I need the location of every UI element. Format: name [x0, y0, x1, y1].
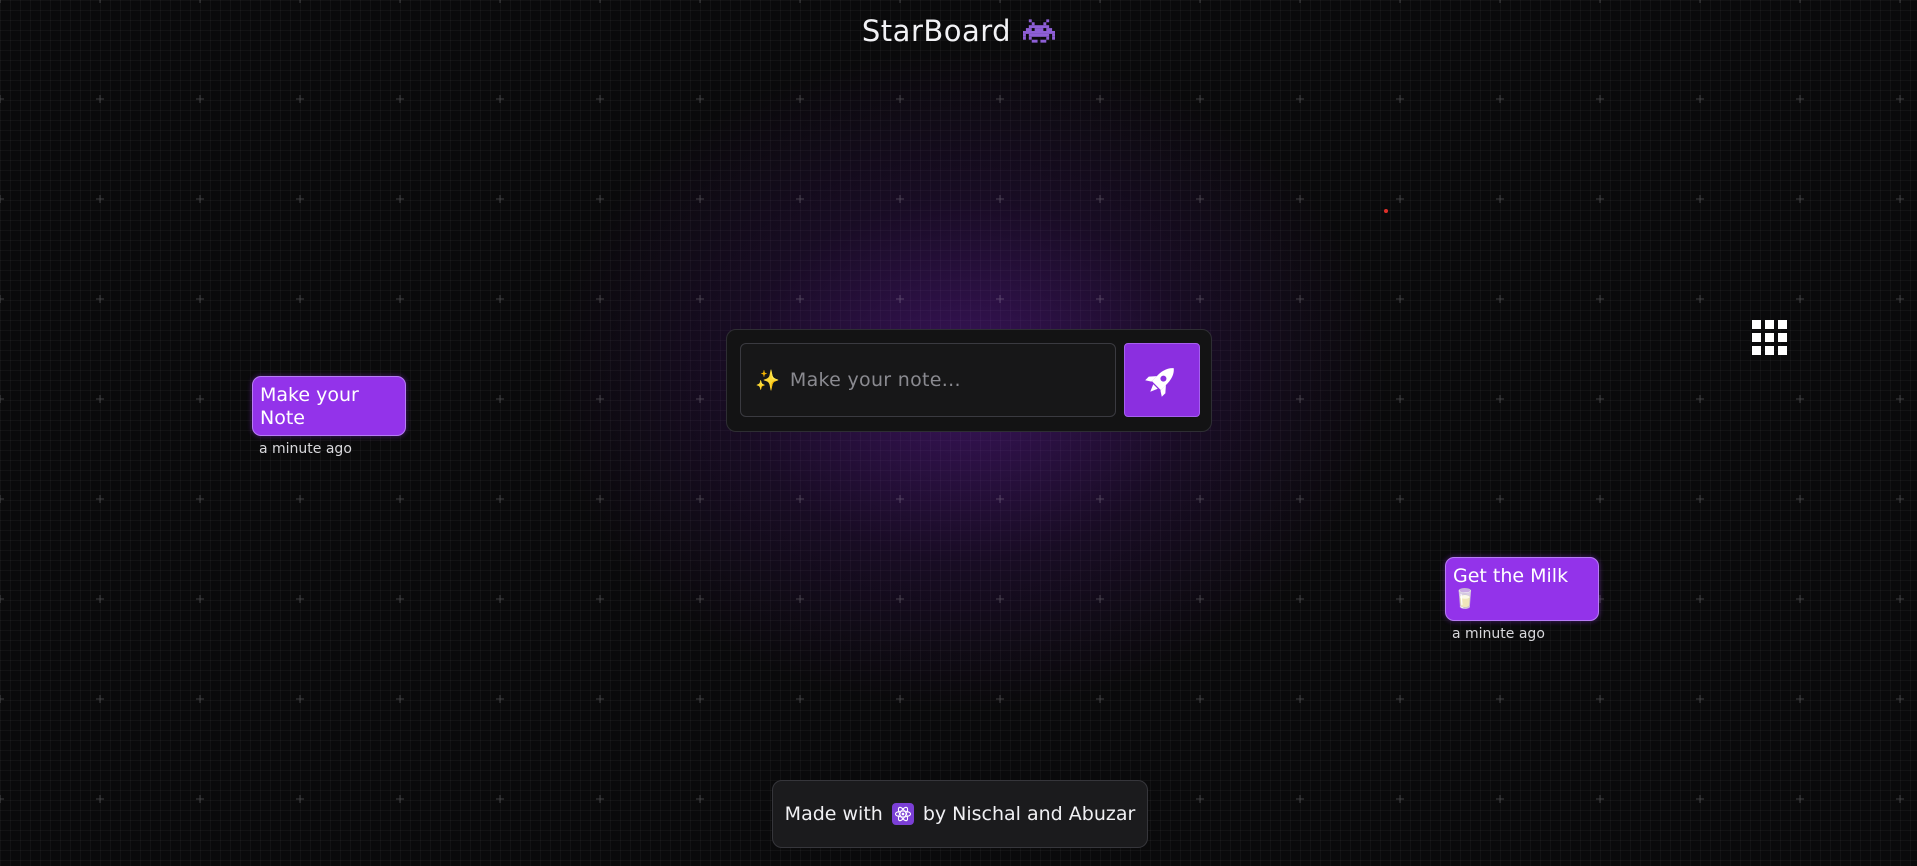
board-canvas[interactable]: StarBoard ✨ Make your note... Make your …	[0, 0, 1917, 866]
alien-monster-icon	[1023, 17, 1056, 52]
note-timestamp: a minute ago	[259, 441, 352, 457]
sparkles-icon: ✨	[755, 368, 780, 392]
footer-suffix: by Nischal and Abuzar	[922, 803, 1136, 825]
app-title: StarBoard	[861, 14, 1012, 48]
footer-prefix: Made with	[784, 803, 883, 825]
note-card[interactable]: Get the Milk 🥛	[1445, 557, 1599, 621]
apps-grid-icon[interactable]	[1752, 320, 1788, 356]
react-icon	[891, 803, 914, 825]
note-text: Get the Milk 🥛	[1453, 565, 1569, 610]
credits-footer: Made with by Nischal and Abuzar	[772, 780, 1148, 848]
page-title: StarBoard	[0, 14, 1917, 52]
note-composer: ✨ Make your note...	[726, 329, 1212, 432]
note-input-placeholder: Make your note...	[789, 369, 961, 391]
note-input[interactable]: ✨ Make your note...	[740, 343, 1116, 417]
submit-note-button[interactable]	[1124, 343, 1200, 417]
note-text: Make your Note	[260, 384, 359, 429]
note-timestamp: a minute ago	[1452, 626, 1545, 642]
note-card[interactable]: Make your Note	[252, 376, 406, 436]
red-dot-marker	[1384, 209, 1388, 213]
rocket-icon	[1145, 368, 1174, 397]
